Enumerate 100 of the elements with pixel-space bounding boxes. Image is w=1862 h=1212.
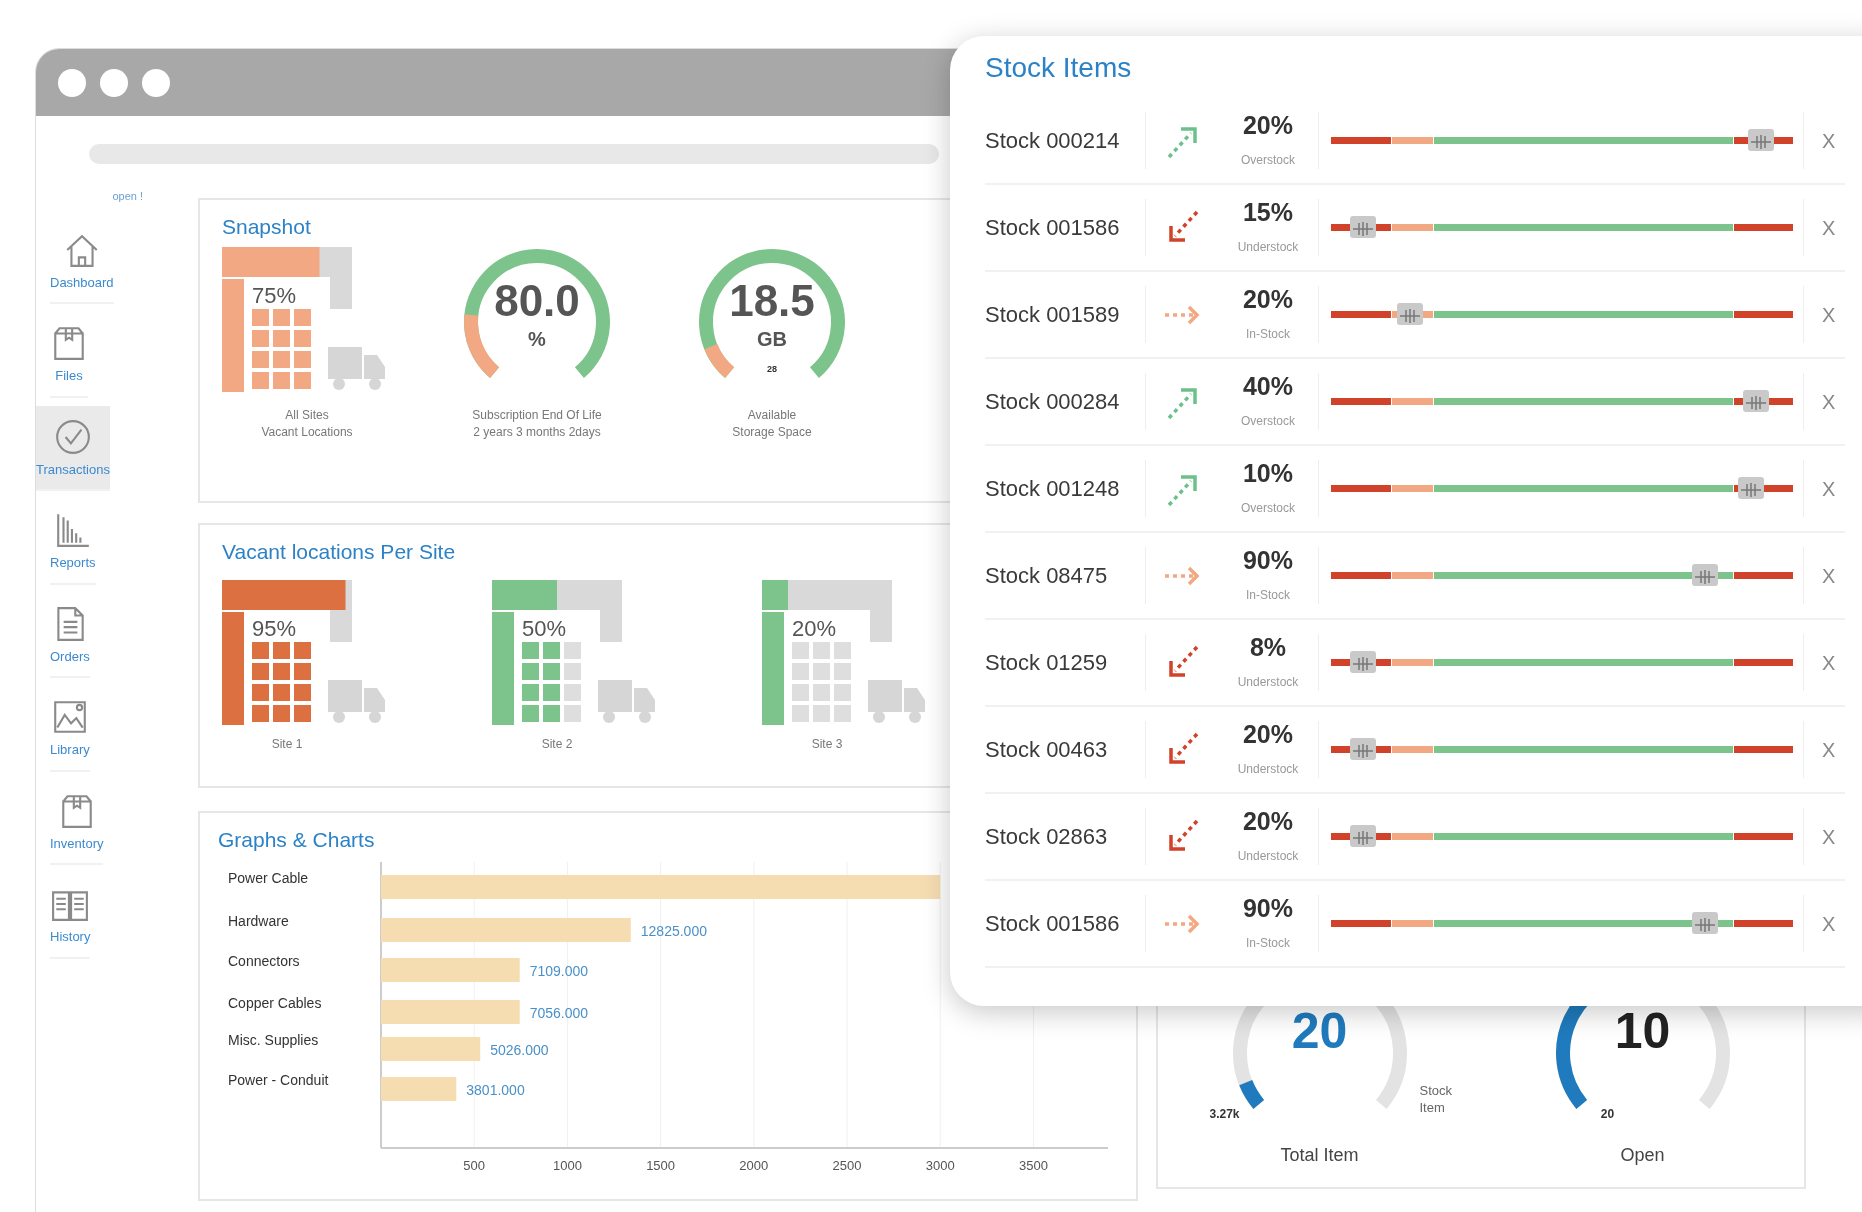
sidebar-item[interactable]: Dashboard (50, 218, 114, 304)
category-label: Misc. Supplies (228, 1032, 319, 1048)
vacancy-percent: 75% (252, 283, 297, 308)
axis-tick-label: 3500 (1018, 1158, 1048, 1173)
stock-name: Stock 001586 (985, 910, 1121, 938)
category-label: Power - Conduit (228, 1072, 329, 1088)
close-button[interactable]: X (1822, 734, 1836, 765)
stock-status: Understock (1237, 674, 1299, 692)
stock-percent: 40% (1242, 372, 1293, 401)
stock-percent: 10% (1242, 459, 1293, 488)
gauge-caption: Open (1620, 1144, 1665, 1167)
close-button[interactable]: X (1822, 647, 1836, 678)
value-label: 7056.000 (529, 1005, 589, 1021)
vacancy-percent: 50% (522, 616, 567, 641)
stock-name: Stock 001248 (985, 475, 1121, 503)
sidebar-item[interactable]: Library (50, 686, 90, 772)
close-button[interactable]: X (1822, 299, 1836, 330)
category-label: Connectors (228, 953, 300, 969)
gauge-unit: GB (757, 329, 787, 349)
stock-status: Understock (1237, 848, 1299, 866)
vacancy-percent: 95% (252, 616, 297, 641)
stock-name: Stock 01259 (985, 649, 1109, 677)
window-dot-icon[interactable] (142, 68, 170, 97)
value-label: 12825.000 (640, 923, 707, 939)
widget-caption: Subscription End Of Life 2 years 3 months 2days (472, 407, 602, 441)
stock-percent: 90% (1242, 894, 1293, 923)
truck-icon (328, 347, 385, 390)
stock-status: Overstock (1241, 413, 1295, 431)
gauge-value: 80.0 (494, 279, 580, 323)
gauge-caption: Total Item (1280, 1144, 1359, 1167)
sidebar-item[interactable]: Files (50, 312, 88, 398)
stock-percent: 90% (1242, 546, 1293, 575)
gauge-min-label: 28 (767, 365, 777, 374)
window-dot-icon[interactable] (100, 68, 128, 97)
stock-percent: 20% (1242, 111, 1293, 140)
close-button[interactable]: X (1822, 560, 1836, 591)
panel-title: Snapshot (222, 214, 311, 240)
close-button[interactable]: X (1822, 386, 1836, 417)
axis-tick-label: 1000 (552, 1158, 582, 1173)
sidebar-item[interactable]: Reports (50, 499, 96, 585)
sidebar-item[interactable]: Inventory (50, 779, 104, 865)
window-dot-icon[interactable] (58, 68, 86, 97)
panel-title: Graphs & Charts (218, 827, 375, 853)
vacancy-percent: 20% (792, 616, 837, 641)
stock-status: In-Stock (1246, 587, 1290, 605)
close-button[interactable]: X (1822, 125, 1836, 156)
gauge-side-label: Stock Item (1419, 1083, 1453, 1117)
checkmark-icon (53, 417, 92, 456)
site-label: Site 2 (541, 736, 573, 753)
stock-percent: 20% (1242, 720, 1293, 749)
axis-tick-label: 3000 (925, 1158, 955, 1173)
axis-tick-label: 2500 (832, 1158, 862, 1173)
stock-status: In-Stock (1246, 326, 1290, 344)
axis-tick-label: 1500 (646, 1158, 676, 1173)
value-label: 7109.000 (529, 963, 589, 979)
stock-status: Understock (1237, 761, 1299, 779)
stock-percent: 15% (1242, 198, 1293, 227)
stock-percent: 20% (1242, 807, 1293, 836)
close-button[interactable]: X (1822, 821, 1836, 852)
stock-status: Overstock (1241, 500, 1295, 518)
gauge-unit: % (528, 329, 546, 349)
sidebar-item[interactable]: Orders (50, 592, 90, 678)
value-label: 3801.000 (466, 1082, 525, 1098)
value-label: 5026.000 (490, 1042, 549, 1058)
gauge-value: 20 (1291, 1006, 1348, 1056)
axis-tick-label: 500 (463, 1158, 486, 1173)
gauge-value: 10 (1614, 1006, 1671, 1056)
stock-percent: 8% (1249, 633, 1287, 662)
site-label: Site 3 (811, 736, 843, 753)
truck-icon (328, 680, 385, 723)
panel-title: Vacant locations Per Site (222, 539, 456, 565)
stock-name: Stock 001589 (985, 301, 1121, 329)
gauge-value: 18.5 (729, 279, 815, 323)
stock-status: In-Stock (1246, 935, 1290, 953)
axis-tick-label: 2000 (739, 1158, 769, 1173)
gauge-sub-label: 20 (1600, 1108, 1615, 1120)
truck-icon (868, 680, 925, 723)
site-label: Site 1 (271, 736, 303, 753)
close-button[interactable]: X (1822, 908, 1836, 939)
truck-icon (598, 680, 655, 723)
gauge-sub-label: 3.27k (1209, 1108, 1240, 1120)
stock-name: Stock 00463 (985, 736, 1109, 764)
stock-name: Stock 08475 (985, 562, 1109, 590)
stock-name: Stock 02863 (985, 823, 1109, 851)
open-link[interactable]: open ! (36, 188, 161, 205)
close-button[interactable]: X (1822, 473, 1836, 504)
stock-status: Understock (1237, 239, 1299, 257)
sidebar-item[interactable]: Transactions (36, 405, 110, 491)
stock-percent: 20% (1242, 285, 1293, 314)
widget-caption: Available Storage Space (732, 407, 812, 441)
stock-name: Stock 000284 (985, 388, 1121, 416)
stock-name: Stock 000214 (985, 127, 1121, 155)
stock-name: Stock 001586 (985, 214, 1121, 242)
stock-status: Overstock (1241, 152, 1295, 170)
close-button[interactable]: X (1822, 212, 1836, 243)
sidebar-item[interactable]: History (50, 873, 91, 959)
card-title: Stock Items (985, 51, 1133, 85)
category-label: Hardware (228, 913, 289, 929)
category-label: Power Cable (228, 870, 309, 886)
widget-caption: All Sites Vacant Locations (261, 407, 353, 441)
